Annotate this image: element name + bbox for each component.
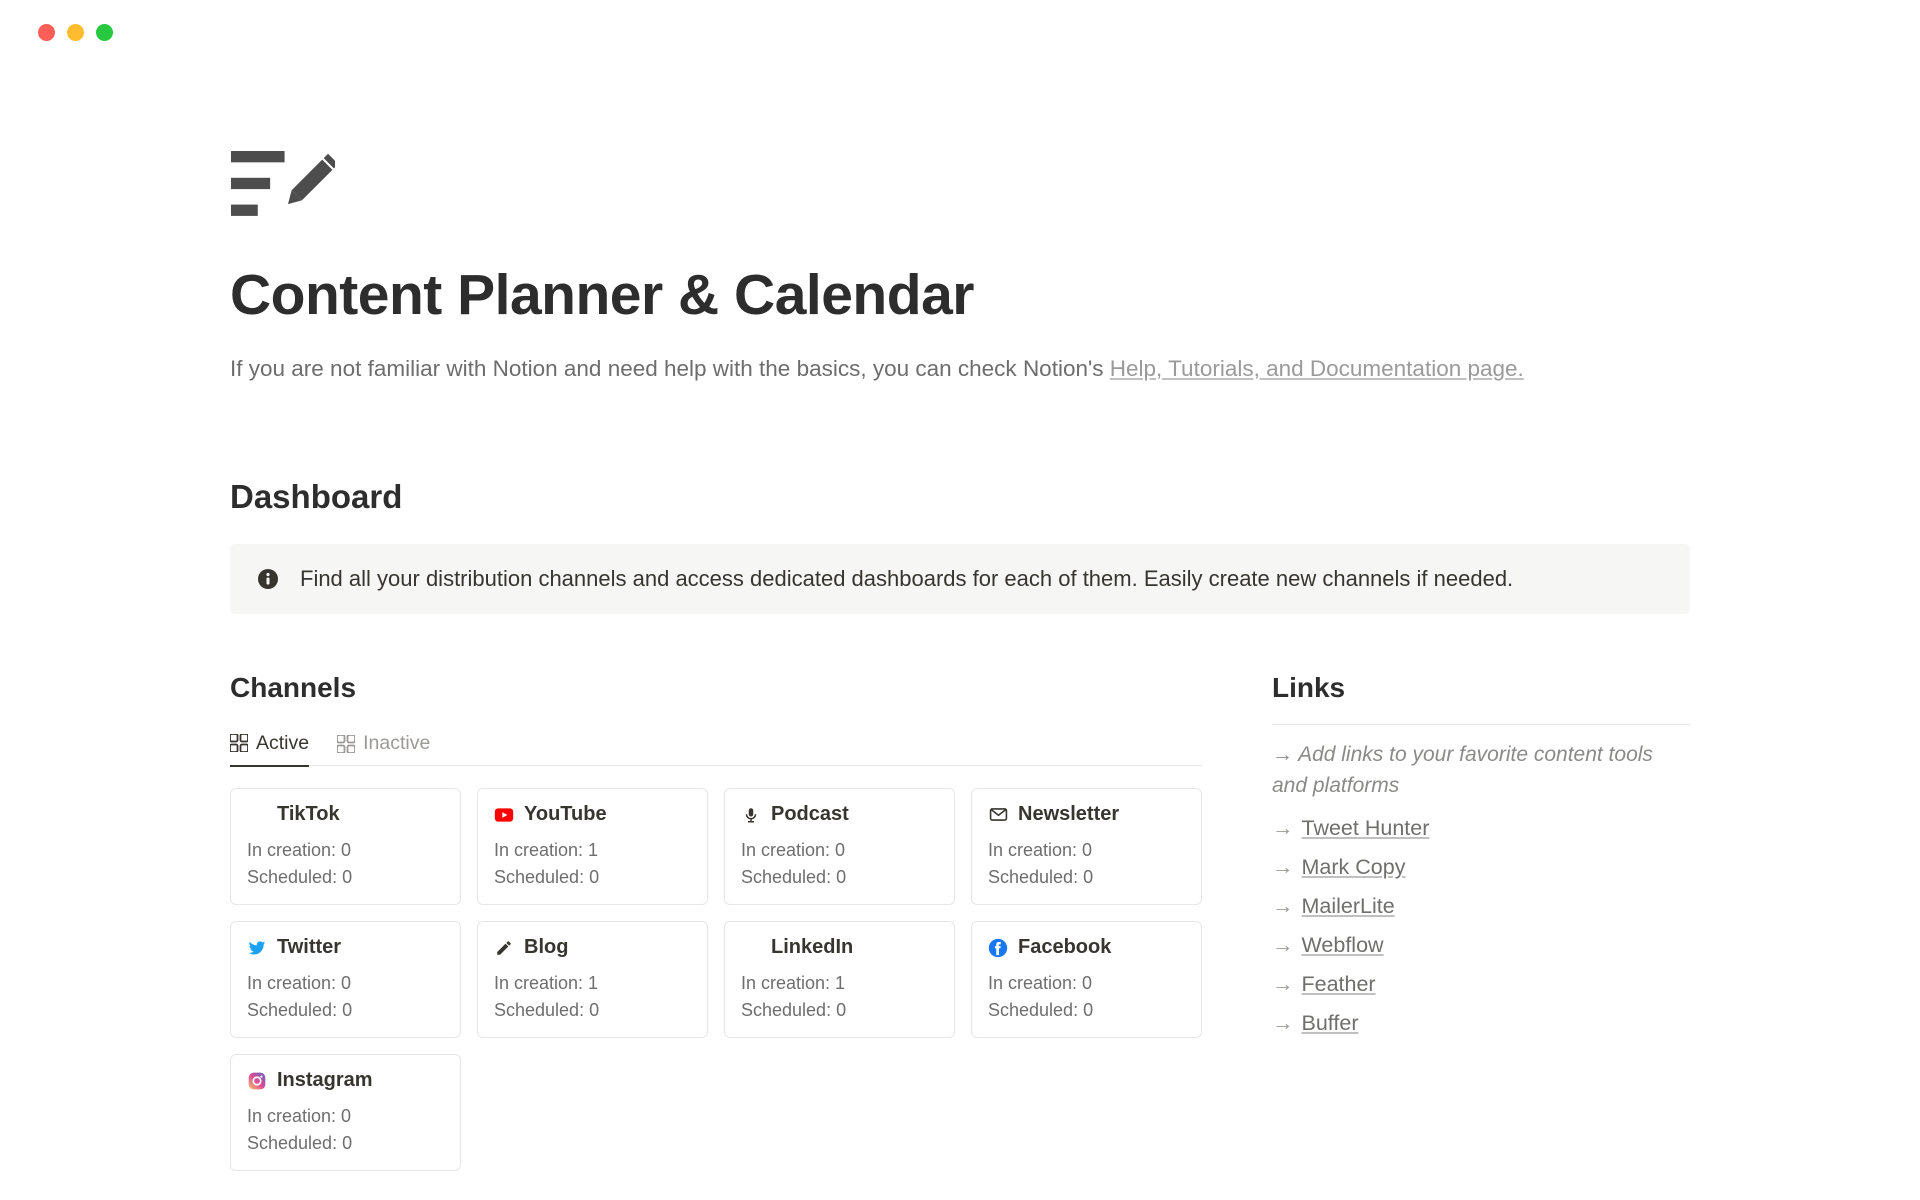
twitter-icon <box>247 938 267 958</box>
scheduled-stat: Scheduled: 0 <box>494 867 691 888</box>
links-heading: Links <box>1272 672 1690 704</box>
in-creation-stat: In creation: 0 <box>741 840 938 861</box>
tab-inactive[interactable]: Inactive <box>337 732 430 766</box>
tab-active[interactable]: Active <box>230 732 309 767</box>
in-creation-stat: In creation: 1 <box>741 973 938 994</box>
in-creation-stat: In creation: 0 <box>247 973 444 994</box>
external-link[interactable]: Feather <box>1302 972 1376 997</box>
podcast-icon <box>741 805 761 825</box>
channels-grid: TikTok In creation: 0 Scheduled: 0 YouTube I… <box>230 788 1202 1171</box>
scheduled-stat: Scheduled: 0 <box>988 1000 1185 1021</box>
tab-inactive-label: Inactive <box>363 732 430 755</box>
dashboard-callout: Find all your distribution channels and … <box>230 544 1690 614</box>
external-link[interactable]: Webflow <box>1302 933 1384 958</box>
scheduled-stat: Scheduled: 0 <box>741 1000 938 1021</box>
info-icon <box>258 569 278 589</box>
channel-name: TikTok <box>277 803 340 826</box>
external-link[interactable]: Mark Copy <box>1302 855 1406 880</box>
scheduled-stat: Scheduled: 0 <box>741 867 938 888</box>
external-link[interactable]: Buffer <box>1302 1011 1359 1036</box>
scheduled-stat: Scheduled: 0 <box>988 867 1185 888</box>
in-creation-stat: In creation: 1 <box>494 840 691 861</box>
in-creation-stat: In creation: 1 <box>494 973 691 994</box>
in-creation-stat: In creation: 0 <box>988 973 1185 994</box>
tiktok-icon <box>247 805 267 825</box>
channel-card-linkedin[interactable]: LinkedIn In creation: 1 Scheduled: 0 <box>724 921 955 1038</box>
scheduled-stat: Scheduled: 0 <box>247 1133 444 1154</box>
window-controls <box>0 0 1920 41</box>
channel-name: Podcast <box>771 803 849 826</box>
gallery-icon <box>230 734 248 752</box>
scheduled-stat: Scheduled: 0 <box>247 1000 444 1021</box>
help-docs-link[interactable]: Help, Tutorials, and Documentation page. <box>1110 356 1524 381</box>
channels-heading: Channels <box>230 672 1202 704</box>
link-item: → Mark Copy <box>1272 855 1690 880</box>
page-title: Content Planner & Calendar <box>230 262 1690 328</box>
arrow-icon: → <box>1272 1011 1294 1036</box>
channel-card-twitter[interactable]: Twitter In creation: 0 Scheduled: 0 <box>230 921 461 1038</box>
arrow-icon: → <box>1272 972 1294 997</box>
channel-name: Facebook <box>1018 936 1111 959</box>
channel-card-tiktok[interactable]: TikTok In creation: 0 Scheduled: 0 <box>230 788 461 905</box>
external-link[interactable]: MailerLite <box>1302 894 1395 919</box>
link-item: → MailerLite <box>1272 894 1690 919</box>
link-item: → Buffer <box>1272 1011 1690 1036</box>
channel-card-youtube[interactable]: YouTube In creation: 1 Scheduled: 0 <box>477 788 708 905</box>
window-minimize-button[interactable] <box>67 24 84 41</box>
scheduled-stat: Scheduled: 0 <box>494 1000 691 1021</box>
channel-name: Newsletter <box>1018 803 1119 826</box>
instagram-icon <box>247 1071 267 1091</box>
link-item: → Webflow <box>1272 933 1690 958</box>
link-item: → Feather <box>1272 972 1690 997</box>
arrow-icon: → <box>1272 933 1294 958</box>
arrow-icon: → <box>1272 816 1294 841</box>
window-close-button[interactable] <box>38 24 55 41</box>
gallery-icon <box>337 735 355 753</box>
links-helper: → Add links to your favorite content too… <box>1272 739 1690 802</box>
channels-tabs: Active Inactive <box>230 732 1202 767</box>
arrow-icon: → <box>1272 855 1294 880</box>
channel-name: YouTube <box>524 803 607 826</box>
tab-active-label: Active <box>256 732 309 755</box>
facebook-icon <box>988 938 1008 958</box>
newsletter-icon <box>988 805 1008 825</box>
channel-card-podcast[interactable]: Podcast In creation: 0 Scheduled: 0 <box>724 788 955 905</box>
scheduled-stat: Scheduled: 0 <box>247 867 444 888</box>
arrow-icon: → <box>1272 894 1294 919</box>
channel-name: Instagram <box>277 1069 373 1092</box>
channel-name: Twitter <box>277 936 341 959</box>
link-item: → Tweet Hunter <box>1272 816 1690 841</box>
channel-card-facebook[interactable]: Facebook In creation: 0 Scheduled: 0 <box>971 921 1202 1038</box>
in-creation-stat: In creation: 0 <box>247 1106 444 1127</box>
callout-text: Find all your distribution channels and … <box>300 566 1513 592</box>
dashboard-heading: Dashboard <box>230 478 1690 516</box>
page-edit-icon <box>230 151 335 219</box>
channel-card-blog[interactable]: Blog In creation: 1 Scheduled: 0 <box>477 921 708 1038</box>
links-list: → Tweet Hunter → Mark Copy → MailerLite → Webfl… <box>1272 816 1690 1036</box>
channel-name: LinkedIn <box>771 936 853 959</box>
in-creation-stat: In creation: 0 <box>988 840 1185 861</box>
in-creation-stat: In creation: 0 <box>247 840 444 861</box>
linkedin-icon <box>741 938 761 958</box>
youtube-icon <box>494 805 514 825</box>
intro-text: If you are not familiar with Notion and … <box>230 352 1690 386</box>
channel-card-newsletter[interactable]: Newsletter In creation: 0 Scheduled: 0 <box>971 788 1202 905</box>
blog-icon <box>494 938 514 958</box>
channel-card-instagram[interactable]: Instagram In creation: 0 Scheduled: 0 <box>230 1054 461 1171</box>
divider <box>1272 724 1690 725</box>
channel-name: Blog <box>524 936 568 959</box>
window-maximize-button[interactable] <box>96 24 113 41</box>
external-link[interactable]: Tweet Hunter <box>1302 816 1430 841</box>
